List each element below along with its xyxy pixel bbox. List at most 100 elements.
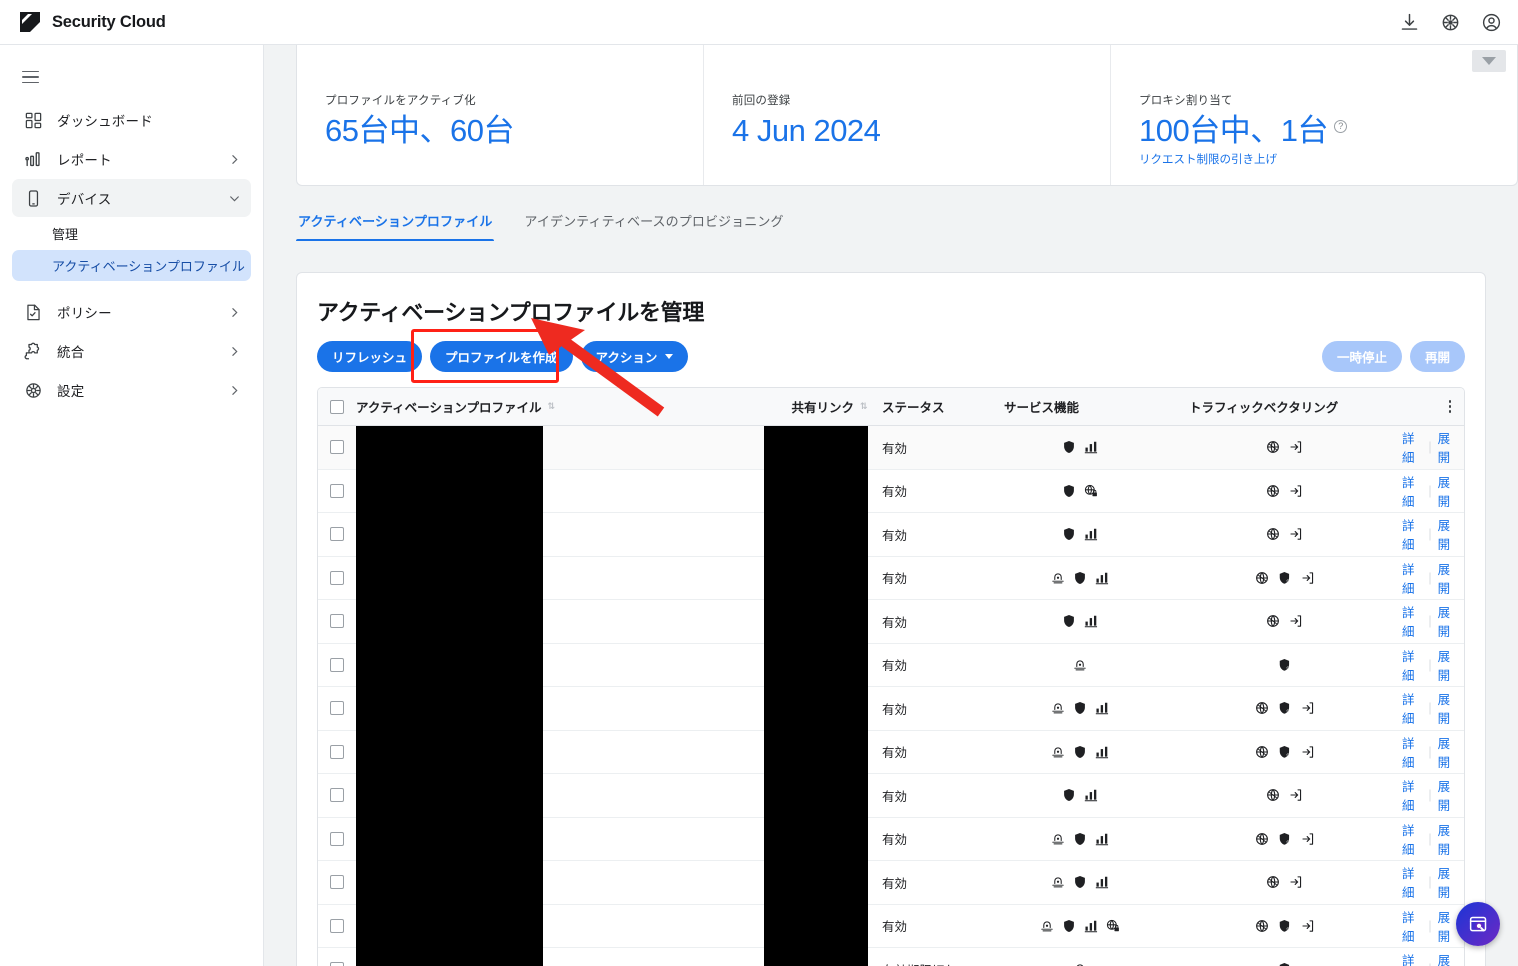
- row-expand-link[interactable]: 展開: [1438, 646, 1458, 684]
- settings-button[interactable]: [1440, 12, 1461, 33]
- row-details-link[interactable]: 詳細: [1402, 559, 1422, 597]
- assistant-fab-button[interactable]: [1456, 902, 1500, 946]
- table-row[interactable]: 有効 詳細 | 展開: [318, 817, 1464, 861]
- sidebar-item-reports[interactable]: レポート: [12, 140, 251, 178]
- row-checkbox[interactable]: [330, 570, 344, 585]
- table-row[interactable]: 有効 詳細 | 展開: [318, 730, 1464, 774]
- row-details-link[interactable]: 詳細: [1402, 689, 1422, 727]
- help-question-icon[interactable]: ?: [1333, 120, 1347, 133]
- row-checkbox[interactable]: [330, 614, 344, 629]
- row-expand-link[interactable]: 展開: [1438, 559, 1458, 597]
- row-checkbox[interactable]: [330, 831, 344, 846]
- table-row[interactable]: 有効 詳細 | 展開: [318, 599, 1464, 644]
- row-checkbox[interactable]: [330, 440, 344, 455]
- row-checkbox[interactable]: [330, 483, 344, 498]
- row-checkbox[interactable]: [330, 744, 344, 759]
- pause-button[interactable]: 一時停止: [1321, 341, 1402, 372]
- row-expand-link[interactable]: 展開: [1438, 950, 1458, 966]
- row-details-link[interactable]: 詳細: [1402, 907, 1422, 945]
- puzzle-integration-icon: [24, 342, 40, 359]
- row-expand-link[interactable]: 展開: [1438, 776, 1458, 814]
- table-row[interactable]: 有効 詳細 | 展開: [318, 512, 1464, 557]
- tab-activation-profiles[interactable]: アクティベーションプロファイル: [296, 205, 495, 241]
- row-details-link[interactable]: 詳細: [1402, 820, 1422, 858]
- sort-toggle-icon[interactable]: ⇅: [860, 402, 868, 411]
- row-details-link[interactable]: 詳細: [1402, 428, 1422, 466]
- table-options-kebab-icon[interactable]: [1442, 400, 1458, 413]
- row-expand-link[interactable]: 展開: [1438, 428, 1458, 466]
- row-details-link[interactable]: 詳細: [1402, 602, 1422, 640]
- shield-plus-icon: [1279, 919, 1289, 932]
- cell-status: 有効: [882, 920, 908, 935]
- row-checkbox[interactable]: [330, 657, 344, 672]
- row-checkbox[interactable]: [330, 788, 344, 803]
- row-checkbox[interactable]: [330, 962, 344, 966]
- row-expand-link[interactable]: 展開: [1438, 733, 1458, 771]
- table-row[interactable]: 有効 詳細 | 展開: [318, 469, 1464, 513]
- stat-sublink-raise-request-limit[interactable]: リクエスト制限の引き上げ: [1139, 151, 1517, 167]
- sidebar-item-settings[interactable]: 設定: [12, 371, 251, 409]
- row-expand-link[interactable]: 展開: [1438, 472, 1458, 510]
- globe-lock-icon: [1084, 484, 1097, 496]
- redacted-profile-name: [356, 817, 543, 861]
- sidebar-subitem-activation-profiles[interactable]: アクティベーションプロファイル: [12, 250, 251, 281]
- row-details-link[interactable]: 詳細: [1402, 863, 1422, 901]
- tab-identity-based-provisioning[interactable]: アイデンティティベースのプロビジョニング: [522, 205, 785, 241]
- action-dropdown-button[interactable]: アクション: [580, 341, 689, 372]
- column-header-name[interactable]: アクティベーションプロファイル ⇅: [356, 397, 760, 416]
- sort-toggle-icon[interactable]: ⇅: [548, 402, 556, 411]
- row-checkbox[interactable]: [330, 918, 344, 933]
- cell-service-features: [992, 484, 1167, 498]
- stats-collapse-button[interactable]: [1472, 50, 1506, 72]
- row-details-link[interactable]: 詳細: [1402, 472, 1422, 510]
- settings-gear-icon: [26, 382, 41, 398]
- row-expand-link[interactable]: 展開: [1438, 863, 1458, 901]
- action-separator: |: [1428, 483, 1432, 498]
- hamburger-icon-line: [22, 70, 39, 73]
- download-button[interactable]: [1399, 12, 1420, 33]
- row-details-link[interactable]: 詳細: [1402, 950, 1422, 966]
- table-row[interactable]: 有効 詳細 | 展開: [318, 425, 1464, 470]
- sidebar-subitem-management[interactable]: 管理: [12, 218, 251, 249]
- refresh-button[interactable]: リフレッシュ: [317, 341, 423, 372]
- row-checkbox[interactable]: [330, 875, 344, 890]
- row-expand-link[interactable]: 展開: [1438, 689, 1458, 727]
- create-profile-button[interactable]: プロファイルを作成: [430, 341, 573, 372]
- row-details-link[interactable]: 詳細: [1402, 776, 1422, 814]
- table-row[interactable]: 有効 詳細 | 展開: [318, 904, 1464, 948]
- row-details-link[interactable]: 詳細: [1402, 646, 1422, 684]
- row-details-link[interactable]: 詳細: [1402, 515, 1422, 553]
- row-expand-link[interactable]: 展開: [1438, 907, 1458, 945]
- cell-shared-link: [760, 643, 870, 687]
- globe-icon: [1255, 919, 1268, 932]
- sidebar-item-devices[interactable]: デバイス: [12, 179, 251, 217]
- account-button[interactable]: [1481, 12, 1502, 33]
- sidebar-toggle-button[interactable]: [22, 63, 50, 91]
- table-header-row: アクティベーションプロファイル ⇅ 共有リンク ⇅ ステータス サービス機能 ト: [318, 388, 1464, 426]
- table-row[interactable]: 有効 詳細 | 展開: [318, 773, 1464, 818]
- action-separator: |: [1428, 875, 1432, 890]
- resume-button[interactable]: 再開: [1409, 341, 1465, 372]
- row-expand-link[interactable]: 展開: [1438, 515, 1458, 553]
- cell-shared-link: [760, 904, 870, 948]
- column-header-shared-link[interactable]: 共有リンク ⇅: [760, 397, 870, 416]
- action-separator: |: [1428, 788, 1432, 803]
- table-row[interactable]: 有効期限切れ 詳細 | 展開: [318, 947, 1464, 966]
- main-content: プロファイルをアクティブ化 65台中、60台 前回の登録 4 Jun 2024 …: [264, 45, 1518, 966]
- table-row[interactable]: 有効 詳細 | 展開: [318, 860, 1464, 905]
- redacted-profile-name: [356, 512, 543, 556]
- sidebar-item-dashboard[interactable]: ダッシュボード: [12, 101, 251, 139]
- sidebar-item-policy[interactable]: ポリシー: [12, 293, 251, 331]
- table-row[interactable]: 有効 詳細 | 展開: [318, 686, 1464, 731]
- globe-icon: [1267, 615, 1279, 628]
- table-row[interactable]: 有効 詳細 | 展開: [318, 643, 1464, 687]
- row-expand-link[interactable]: 展開: [1438, 820, 1458, 858]
- row-expand-link[interactable]: 展開: [1438, 602, 1458, 640]
- table-row[interactable]: 有効 詳細 | 展開: [318, 556, 1464, 600]
- select-all-checkbox[interactable]: [330, 399, 344, 414]
- row-checkbox[interactable]: [330, 527, 344, 542]
- sidebar-item-integrations[interactable]: 統合: [12, 332, 251, 370]
- row-checkbox[interactable]: [330, 701, 344, 716]
- page-title: アクティベーションプロファイルを管理: [317, 300, 705, 325]
- row-details-link[interactable]: 詳細: [1402, 733, 1422, 771]
